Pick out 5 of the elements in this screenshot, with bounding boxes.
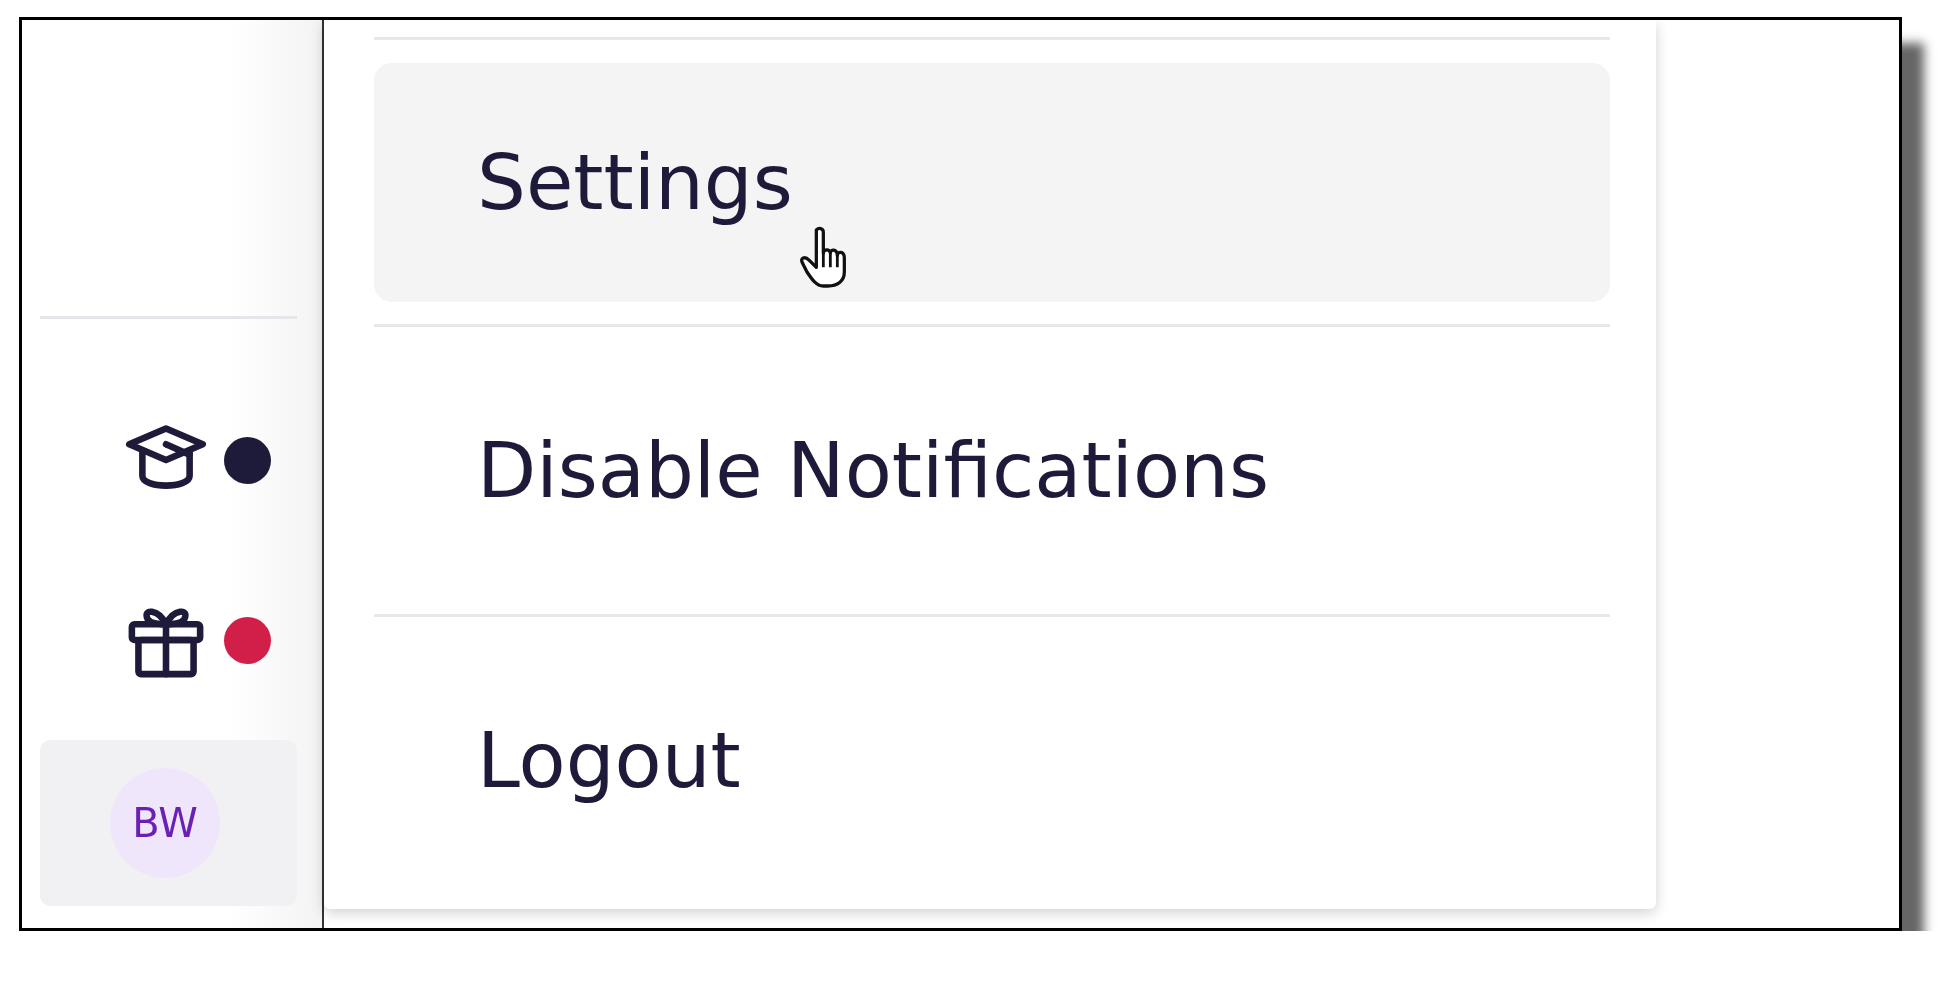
menu-item[interactable]: Disable Notifications [374, 351, 1610, 590]
menu-item[interactable]: Settings [374, 62, 1610, 302]
profile-item[interactable]: BW [40, 740, 297, 906]
avatar: BW [110, 768, 220, 878]
menu-item[interactable]: Logout [374, 641, 1610, 880]
